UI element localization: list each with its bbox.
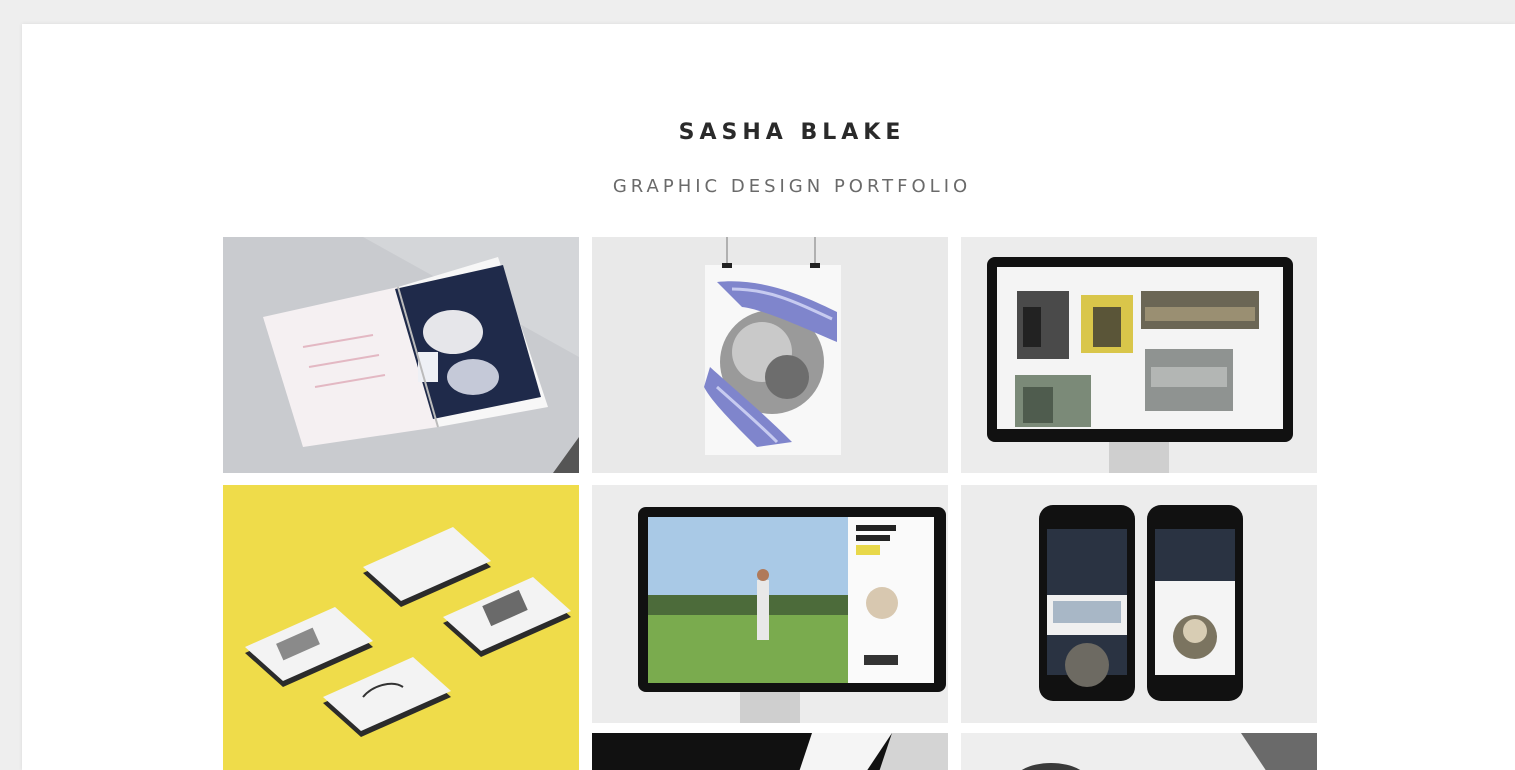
two-phones-mockup-icon (1039, 505, 1243, 701)
portfolio-page: SASHA BLAKE GRAPHIC DESIGN PORTFOLIO (22, 24, 1515, 770)
portfolio-item-dark[interactable] (592, 733, 948, 770)
portfolio-item-business-cards[interactable] (223, 485, 579, 770)
portfolio-item-light[interactable] (961, 733, 1317, 770)
hanging-poster-mockup-icon (704, 237, 841, 455)
open-book-mockup-icon (223, 237, 579, 473)
portfolio-item-gallery-website[interactable] (961, 237, 1317, 473)
business-cards-mockup-icon (245, 527, 571, 737)
portfolio-item-mobile-app[interactable] (961, 485, 1317, 723)
desktop-monitor-gallery-mockup-icon (987, 257, 1293, 473)
portfolio-item-book[interactable] (223, 237, 579, 473)
dark-photo-icon (592, 733, 948, 770)
portfolio-item-sports-website[interactable] (592, 485, 948, 723)
site-subtitle: GRAPHIC DESIGN PORTFOLIO (612, 176, 972, 197)
desktop-monitor-website-mockup-icon (638, 507, 946, 723)
site-title: SASHA BLAKE (678, 120, 906, 145)
light-photo-icon (961, 733, 1317, 770)
portfolio-item-poster[interactable] (592, 237, 948, 473)
